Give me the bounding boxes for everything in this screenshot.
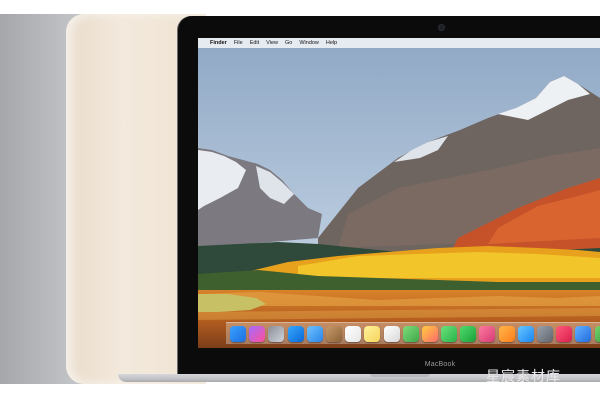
numbers-icon[interactable] xyxy=(594,325,600,342)
menu-item-go[interactable]: Go xyxy=(285,38,292,48)
watermark-text: 星宸素材库 xyxy=(486,368,561,384)
menu-item-edit[interactable]: Edit xyxy=(250,38,259,48)
brand-label: MacBook xyxy=(424,361,456,368)
maps-icon[interactable] xyxy=(402,325,419,342)
messages-icon[interactable] xyxy=(441,325,458,342)
desktop-wallpaper xyxy=(198,38,600,348)
calendar-icon[interactable] xyxy=(345,325,362,342)
siri-icon[interactable] xyxy=(249,325,266,342)
photos-icon[interactable] xyxy=(421,325,438,342)
screen: Finder File Edit View Go Window Help xyxy=(198,38,600,348)
laptop-base-notch xyxy=(370,374,430,377)
system-preferences-icon[interactable] xyxy=(537,325,553,342)
notes-icon[interactable] xyxy=(364,325,381,342)
menu-item-view[interactable]: View xyxy=(266,38,278,48)
music-icon[interactable] xyxy=(556,325,573,342)
facetime-icon[interactable] xyxy=(460,325,477,342)
menu-item-help[interactable]: Help xyxy=(326,38,337,48)
camera-icon xyxy=(439,25,444,30)
itunes-icon[interactable] xyxy=(479,325,496,342)
finder-icon[interactable] xyxy=(230,325,246,342)
launchpad-icon[interactable] xyxy=(268,325,285,342)
contacts-icon[interactable] xyxy=(325,325,342,342)
app-store-icon[interactable] xyxy=(517,325,534,342)
safari-icon[interactable] xyxy=(287,325,304,342)
menu-bar: Finder File Edit View Go Window Help xyxy=(198,38,600,48)
menu-item-file[interactable]: File xyxy=(234,38,243,48)
ibooks-icon[interactable] xyxy=(498,325,515,342)
menu-item-finder[interactable]: Finder xyxy=(210,38,227,48)
keynote-icon[interactable] xyxy=(575,325,592,342)
dock xyxy=(226,322,600,344)
reminders-icon[interactable] xyxy=(383,325,400,342)
mail-icon[interactable] xyxy=(306,325,323,342)
menu-item-window[interactable]: Window xyxy=(299,38,319,48)
